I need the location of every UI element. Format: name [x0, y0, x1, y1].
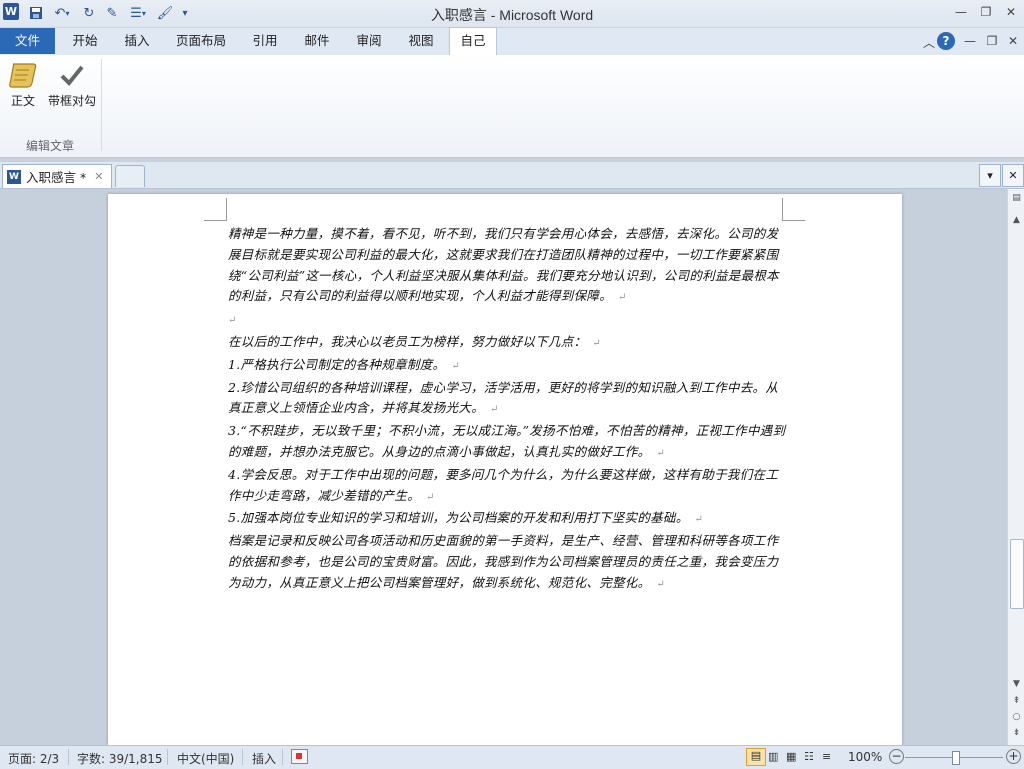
ribbon-group-label: 编辑文章 [25, 139, 74, 153]
status-bar: 页面: 2/3 字数: 39/1,815 中文(中国) 插入 ▤ ▥ ▦ ☷ ≡… [0, 745, 1024, 769]
minimize-icon[interactable]: — [950, 5, 972, 21]
new-tab-button[interactable] [115, 165, 145, 187]
zoom-out-button[interactable]: − [889, 749, 904, 764]
print-layout-view-icon[interactable]: ▤ [746, 748, 766, 766]
tab-close-all-icon[interactable]: ✕ [1002, 164, 1024, 187]
boxed-check-label: 带框对勾 [47, 94, 96, 108]
tab-home[interactable]: 开始 [62, 28, 108, 54]
document-tab-label: 入职感言 * [26, 170, 87, 185]
scroll-down-icon[interactable]: ▼ [1008, 679, 1024, 689]
ruler-toggle-icon[interactable]: ▤ [1008, 193, 1024, 203]
tab-view[interactable]: 视图 [400, 28, 442, 54]
paragraph: 在以后的工作中，我决心以老员工为榜样，努力做好以下几点： ↵ [228, 333, 602, 349]
draft-view-icon[interactable]: ≡ [822, 750, 831, 763]
title-bar: W ↶ ▾ ↻ ✎ ☰ ▾ 🖌 ▾ 入职感言 - Microsoft Word — … [0, 0, 1024, 28]
tab-page-layout[interactable]: 页面布局 [168, 28, 234, 54]
close-tab-icon[interactable]: ✕ [94, 170, 103, 183]
window-title: 入职感言 - Microsoft Word [430, 7, 594, 23]
restore-icon[interactable]: ❐ [975, 5, 997, 21]
next-page-icon[interactable]: ⇟ [1008, 728, 1024, 738]
language-indicator[interactable]: 中文(中国) [177, 750, 234, 767]
status-divider [167, 749, 168, 765]
status-divider [242, 749, 243, 765]
checkmark-icon [55, 58, 89, 92]
doc-restore-icon[interactable]: ❐ [981, 34, 1003, 50]
body-text-button[interactable]: 正文 [4, 58, 42, 109]
paragraph: 精神是一种力量，摸不着，看不见，听不到，我们只有学会用心体会，去感悟，去深化。公… [228, 226, 779, 304]
macro-record-icon[interactable] [291, 749, 308, 764]
close-icon[interactable]: ✕ [1000, 5, 1022, 21]
margin-corner-right [782, 198, 805, 221]
web-layout-view-icon[interactable]: ▦ [786, 750, 796, 763]
paragraph: 2.珍惜公司组织的各种培训课程，虚心学习，活学活用，更好的将学到的知识融入到工作… [228, 379, 779, 416]
document-tab[interactable]: W 入职感言 * ✕ [2, 164, 112, 188]
tab-dropdown-icon[interactable]: ▾ [979, 164, 1001, 187]
scroll-thumb[interactable] [1010, 539, 1024, 609]
tab-review[interactable]: 审阅 [348, 28, 390, 54]
doc-close-icon[interactable]: ✕ [1002, 34, 1024, 50]
insert-mode-indicator[interactable]: 插入 [252, 750, 276, 767]
paragraph: 档案是记录和反映公司各项活动和历史面貌的第一手资料，是生产、经营、管理和科研等各… [228, 533, 779, 590]
tab-mailings[interactable]: 邮件 [296, 28, 338, 54]
browse-object-icon[interactable]: ○ [1008, 712, 1024, 722]
status-divider [68, 749, 69, 765]
word-doc-icon: W [7, 169, 21, 184]
full-screen-view-icon[interactable]: ▥ [768, 750, 778, 763]
zoom-level[interactable]: 100% [848, 750, 882, 764]
vertical-scrollbar[interactable]: ▤ ▲ ▼ ⇞ ○ ⇟ [1007, 189, 1024, 745]
zoom-slider-handle[interactable] [952, 751, 960, 765]
paragraph: 3.“不积跬步，无以致千里；不积小流，无以成江海。”发扬不怕难，不怕苦的精神，正… [228, 423, 786, 459]
paragraph: ↵ [228, 315, 237, 327]
boxed-check-button[interactable]: 带框对勾 [46, 58, 98, 109]
outline-view-icon[interactable]: ☷ [804, 750, 814, 763]
scroll-up-icon[interactable]: ▲ [1008, 215, 1024, 225]
tab-references[interactable]: 引用 [244, 28, 286, 54]
paragraph: 4.学会反思。对于工作中出现的问题，要多问几个为什么，为什么要这样做，这样有助于… [228, 466, 779, 503]
document-page[interactable]: 精神是一种力量，摸不着，看不见，听不到，我们只有学会用心体会，去感悟，去深化。公… [108, 194, 902, 745]
status-divider [282, 749, 283, 765]
help-icon[interactable]: ? [937, 32, 955, 50]
word-count[interactable]: 字数: 39/1,815 [77, 750, 163, 767]
tab-insert[interactable]: 插入 [114, 28, 160, 54]
ribbon-group-divider [101, 59, 102, 151]
body-text-label: 正文 [10, 94, 35, 108]
doc-minimize-icon[interactable]: — [959, 34, 981, 50]
paragraph: 1.严格执行公司制定的各种规章制度。 ↵ [228, 356, 461, 372]
paragraph: 5.加强本岗位专业知识的学习和培训，为公司档案的开发和利用打下坚实的基础。 ↵ [228, 510, 704, 526]
tab-file[interactable]: 文件 [0, 28, 55, 54]
previous-page-icon[interactable]: ⇞ [1008, 696, 1024, 706]
zoom-in-button[interactable]: + [1006, 749, 1021, 764]
page-indicator[interactable]: 页面: 2/3 [8, 750, 59, 767]
margin-corner-left [204, 198, 227, 221]
scroll-icon [6, 58, 40, 92]
document-area: 精神是一种力量，摸不着，看不见，听不到，我们只有学会用心体会，去感悟，去深化。公… [0, 189, 1007, 745]
document-text[interactable]: 精神是一种力量，摸不着，看不见，听不到，我们只有学会用心体会，去感悟，去深化。公… [228, 224, 788, 596]
ribbon-tabs: 文件 开始 插入 页面布局 引用 邮件 审阅 视图 自己 ︿ ? — ❐ ✕ [0, 27, 1024, 56]
ribbon: 正文 带框对勾 编辑文章 [0, 55, 1024, 158]
document-tabs: W 入职感言 * ✕ ▾ ✕ [0, 162, 1024, 189]
tab-custom[interactable]: 自己 [449, 27, 497, 55]
